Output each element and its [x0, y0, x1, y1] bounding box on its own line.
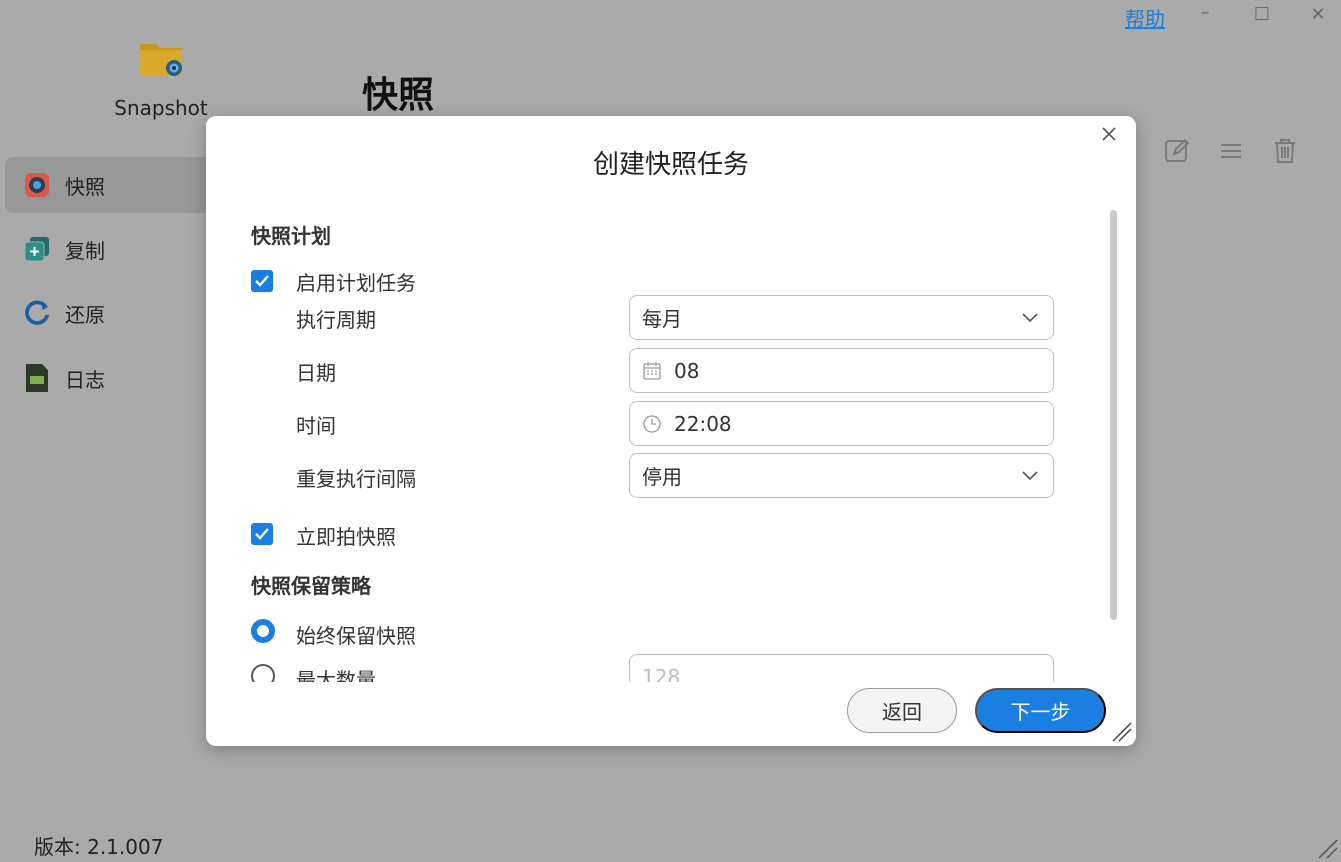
dialog-scrollbar[interactable] — [1110, 210, 1117, 620]
time-field[interactable]: 22:08 — [629, 401, 1054, 446]
list-icon[interactable] — [1217, 137, 1245, 165]
sidebar-item-label: 复制 — [65, 238, 105, 263]
restore-icon — [23, 299, 51, 327]
repeat-interval-label: 重复执行间隔 — [296, 467, 416, 491]
period-value: 每月 — [642, 307, 682, 331]
calendar-icon — [643, 361, 661, 380]
snapshot-icon — [23, 171, 51, 199]
replicate-icon — [23, 235, 51, 263]
dialog-scroll-area[interactable]: 快照计划 启用计划任务 执行周期 每月 日期 08 时间 22:08 重复执行间… — [206, 206, 1106, 682]
chevron-down-icon — [1022, 471, 1038, 481]
check-icon — [255, 275, 269, 287]
snapshot-now-label: 立即拍快照 — [296, 525, 396, 549]
help-link[interactable]: 帮助 — [1125, 3, 1165, 32]
back-button[interactable]: 返回 — [847, 688, 957, 733]
check-icon — [255, 528, 269, 540]
max-count-radio[interactable] — [251, 664, 275, 682]
enable-schedule-checkbox[interactable] — [251, 270, 273, 292]
date-label: 日期 — [296, 361, 336, 385]
edit-icon[interactable] — [1163, 137, 1191, 165]
version-label: 版本: 2.1.007 — [34, 835, 164, 859]
keep-always-label: 始终保留快照 — [296, 624, 416, 648]
period-label: 执行周期 — [296, 308, 376, 332]
sidebar-item-restore[interactable]: 还原 — [5, 285, 215, 341]
clock-icon — [643, 414, 661, 433]
dialog-title: 创建快照任务 — [592, 150, 749, 180]
sidebar-item-snapshot[interactable]: 快照 — [5, 157, 215, 213]
snapshot-app-logo-icon — [140, 44, 182, 76]
time-label: 时间 — [296, 414, 336, 438]
date-value: 08 — [674, 358, 700, 383]
max-count-label: 最大数量 — [296, 668, 376, 682]
log-icon — [23, 364, 51, 392]
retention-section-title: 快照保留策略 — [251, 574, 371, 598]
schedule-section-title: 快照计划 — [251, 224, 331, 248]
window-resize-handle-icon[interactable] — [1317, 838, 1339, 860]
max-count-placeholder: 128 — [642, 664, 681, 683]
dialog-close-icon[interactable] — [1099, 124, 1119, 144]
page-title: 快照 — [362, 75, 435, 116]
enable-schedule-label: 启用计划任务 — [296, 271, 416, 295]
sidebar-item-label: 日志 — [65, 367, 105, 392]
create-snapshot-dialog: 创建快照任务 快照计划 启用计划任务 执行周期 每月 日期 08 时间 22:0… — [206, 116, 1136, 746]
snapshot-now-checkbox[interactable] — [251, 523, 273, 545]
sidebar-item-log[interactable]: 日志 — [5, 350, 215, 406]
keep-always-radio[interactable] — [251, 619, 275, 643]
time-value: 22:08 — [674, 411, 732, 436]
date-field[interactable]: 08 — [629, 348, 1054, 393]
sidebar-item-replicate[interactable]: 复制 — [5, 221, 215, 277]
sidebar-item-label: 还原 — [65, 302, 105, 327]
chevron-down-icon — [1022, 313, 1038, 323]
trash-icon[interactable] — [1271, 137, 1299, 165]
window-close-button[interactable]: ✕ — [1306, 4, 1330, 25]
next-button[interactable]: 下一步 — [975, 688, 1106, 733]
repeat-interval-select[interactable]: 停用 — [629, 453, 1054, 498]
repeat-interval-value: 停用 — [642, 465, 682, 489]
app-name: Snapshot — [114, 96, 208, 120]
maximize-button[interactable]: ☐ — [1250, 4, 1274, 25]
period-select[interactable]: 每月 — [629, 295, 1054, 340]
max-count-input[interactable]: 128 — [629, 654, 1054, 682]
minimize-button[interactable]: – — [1193, 2, 1217, 23]
sidebar-item-label: 快照 — [65, 174, 105, 199]
dialog-resize-handle-icon[interactable] — [1111, 721, 1133, 743]
